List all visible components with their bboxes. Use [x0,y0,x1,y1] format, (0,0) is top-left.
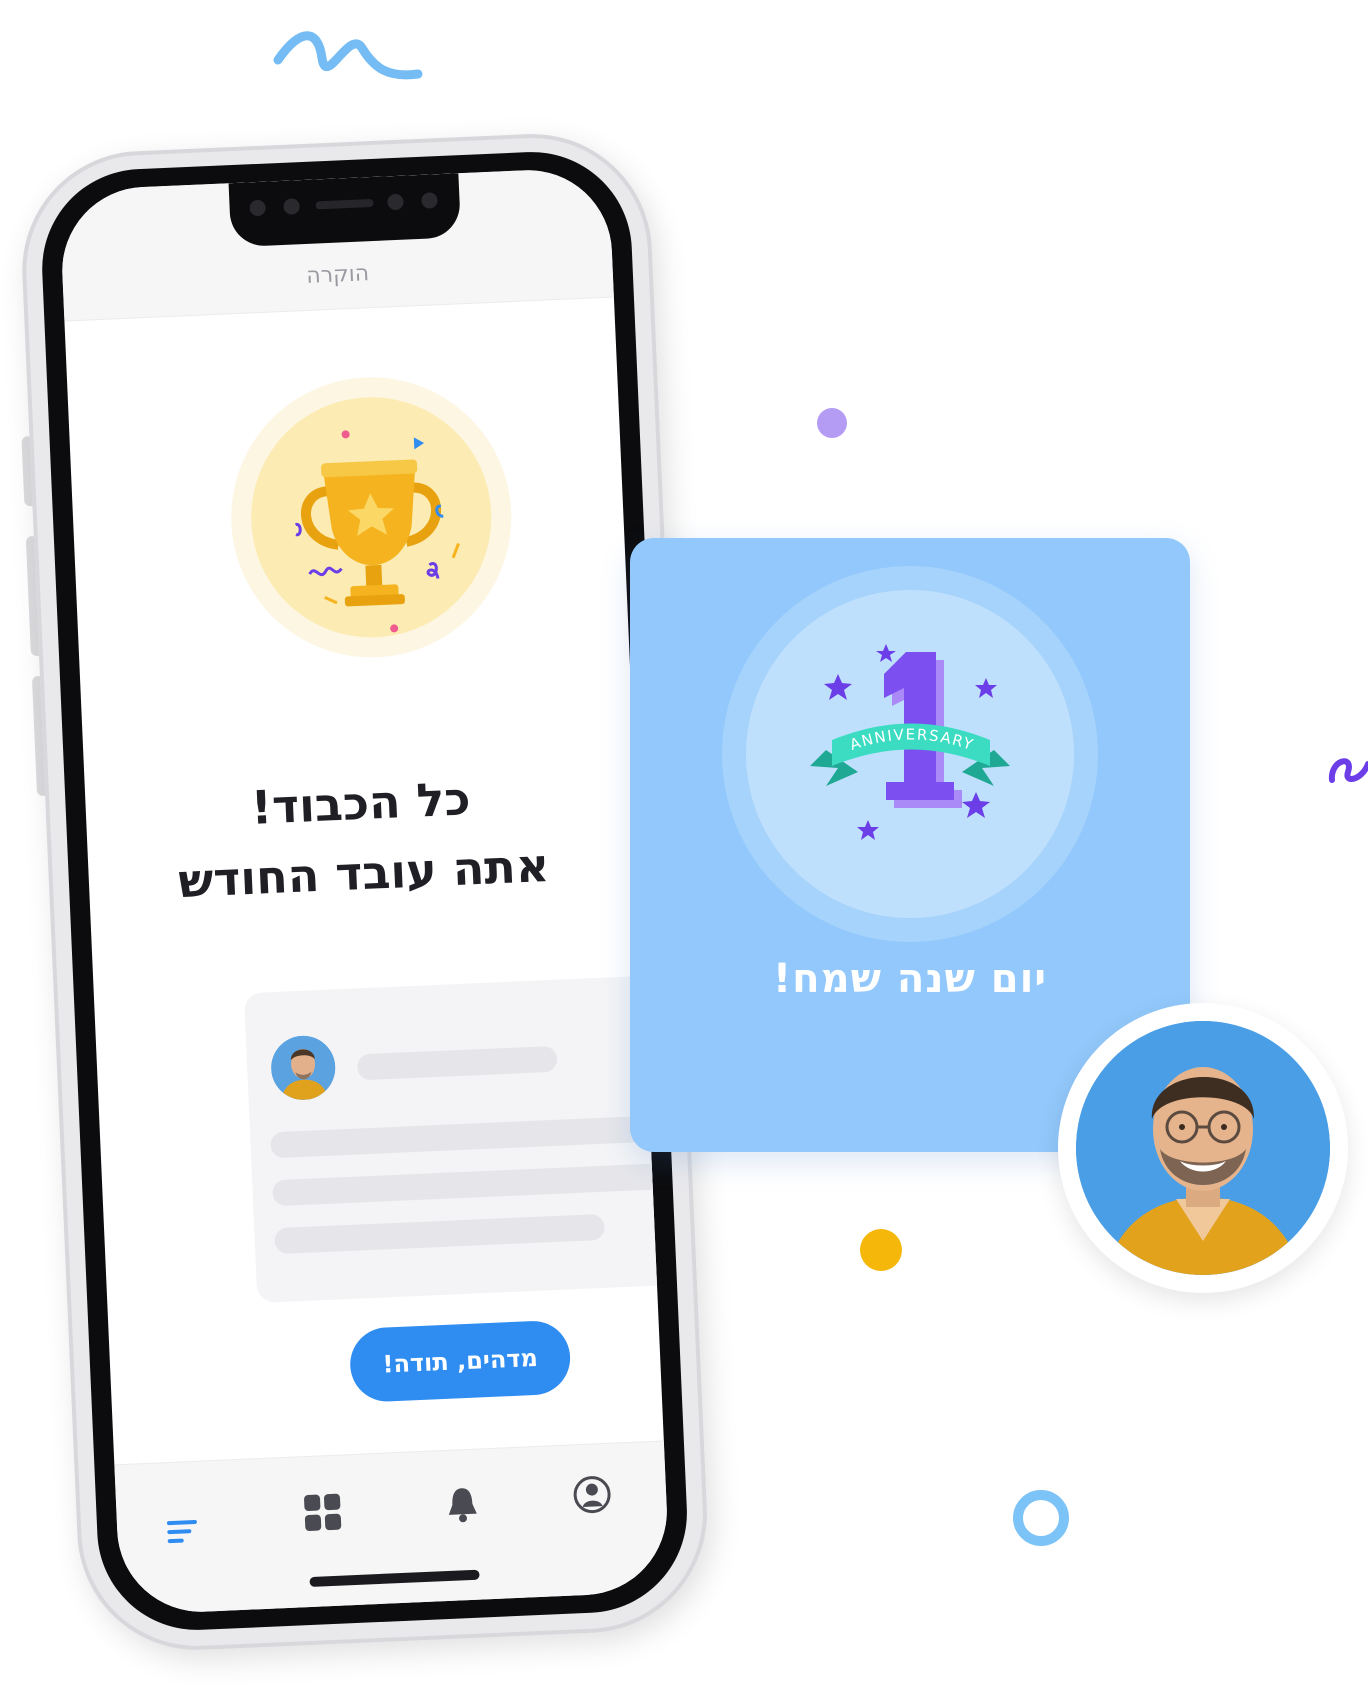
bottom-tab-bar [114,1440,671,1616]
squiggle-decoration [273,31,423,80]
camera-dot [387,193,404,211]
anniversary-message: יום שנה שמח! [772,956,1048,1002]
ring-decoration [1013,1490,1069,1546]
phone-screen: הוקרה כל הכבוד! אתה עובד החודש מדהים, תו… [58,166,671,1616]
phone-notch [228,173,462,248]
trophy-icon [294,430,460,633]
camera-dot [249,199,267,217]
profile-icon[interactable] [571,1474,613,1516]
speaker-grill [315,198,374,210]
employee-photo [1076,1021,1330,1275]
thanks-button[interactable]: מדהים, תודה! [348,1319,572,1404]
ribbon-text: ANNIVERSARY [848,725,977,754]
list-icon[interactable] [163,1512,205,1554]
person-icon [1076,1021,1330,1275]
employee-avatar [1058,1003,1348,1293]
screen-title: הוקרה [305,261,370,289]
camera-dot [283,198,300,215]
camera-dot [421,192,438,209]
svg-text:ANNIVERSARY: ANNIVERSARY [848,725,977,754]
bell-icon[interactable] [442,1483,484,1525]
grid-icon[interactable] [302,1492,344,1534]
yellow-dot [860,1229,902,1271]
confetti-curl [1328,758,1368,783]
congrats-headline: כל הכבוד! אתה עובד החודש [84,756,640,920]
purple-dot [817,408,847,438]
